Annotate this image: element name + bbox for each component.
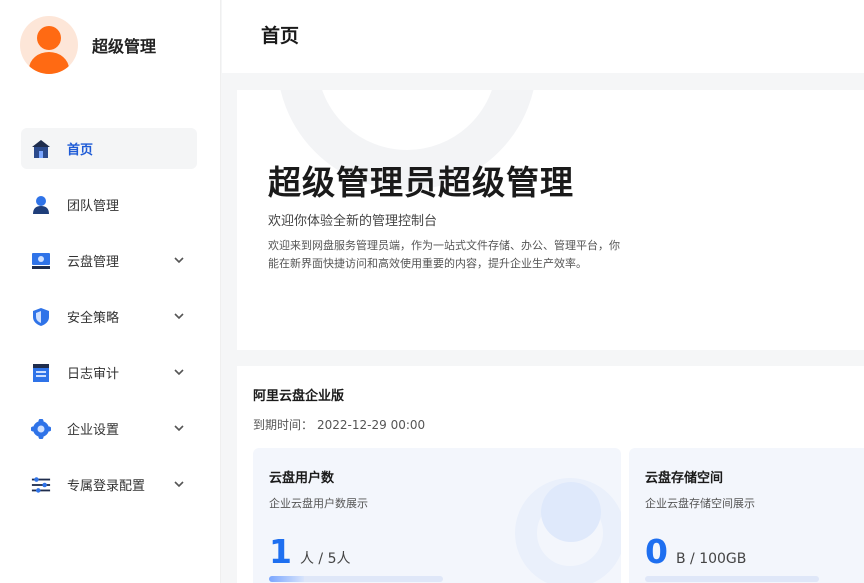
sidebar-item-home[interactable]: 首页 [21, 128, 197, 169]
card-description: 企业云盘用户数展示 [269, 497, 368, 510]
welcome-subtitle: 欢迎你体验全新的管理控制台 [268, 214, 438, 229]
sliders-icon [31, 475, 51, 495]
avatar-body [29, 52, 69, 74]
log-icon [31, 363, 51, 383]
card-decoration [541, 482, 601, 542]
card-number: 1 [269, 532, 292, 571]
usage-progress-bar [645, 576, 819, 582]
chevron-down-icon [174, 425, 184, 432]
chevron-down-icon [174, 257, 184, 264]
chevron-down-icon [174, 481, 184, 488]
sidebar-item-team[interactable]: 团队管理 [21, 184, 197, 225]
usage-progress-bar [269, 576, 443, 582]
card-value: 0 B / 100GB [645, 532, 746, 571]
sidebar-item-label: 团队管理 [67, 199, 120, 214]
welcome-title: 超级管理员超级管理 [268, 163, 574, 202]
header: 首页 [222, 0, 864, 73]
sidebar-item-enterprise-settings[interactable]: 企业设置 [21, 408, 197, 449]
card-value: 1 人 / 5人 [269, 532, 351, 571]
cloud-disk-icon [31, 251, 51, 271]
sidebar-item-cloud-disk[interactable]: 云盘管理 [21, 240, 197, 281]
expiry-info: 到期时间： 2022-12-29 00:00 [253, 416, 425, 433]
chevron-down-icon [174, 313, 184, 320]
sidebar-item-security[interactable]: 安全策略 [21, 296, 197, 337]
expiry-value: 2022-12-29 00:00 [317, 418, 426, 432]
sidebar-nav: 首页 团队管理 云盘管理 安全策略 日志审计 企业设置 专属登录配置 [21, 128, 197, 520]
card-unit: 人 / 5人 [299, 551, 351, 567]
storage-card[interactable]: 云盘存储空间 企业云盘存储空间展示 0 B / 100GB [629, 448, 864, 583]
welcome-description: 欢迎来到网盘服务管理员端，作为一站式文件存储、办公、管理平台，你能在新界面快捷访… [268, 239, 620, 270]
sidebar-item-label: 日志审计 [67, 367, 120, 382]
avatar[interactable] [20, 16, 78, 74]
card-unit: B / 100GB [675, 551, 747, 567]
card-description: 企业云盘存储空间展示 [645, 497, 755, 510]
shield-icon [31, 307, 51, 327]
usage-progress-fill [269, 576, 304, 582]
sidebar-item-label: 企业设置 [67, 423, 120, 438]
welcome-banner: 超级管理员超级管理 欢迎你体验全新的管理控制台 欢迎来到网盘服务管理员端，作为一… [237, 90, 864, 350]
sidebar-item-label: 专属登录配置 [67, 479, 146, 494]
page-title: 首页 [261, 25, 300, 47]
home-icon [31, 139, 51, 159]
enterprise-panel: 阿里云盘企业版 到期时间： 2022-12-29 00:00 云盘用户数 企业云盘… [237, 366, 864, 583]
chevron-down-icon [174, 369, 184, 376]
sidebar-item-label: 首页 [67, 143, 94, 158]
brand-name: 超级管理 [92, 37, 157, 56]
team-icon [31, 195, 51, 215]
sidebar-item-login-config[interactable]: 专属登录配置 [21, 464, 197, 505]
sidebar-item-label: 云盘管理 [67, 255, 120, 270]
card-title: 云盘用户数 [269, 471, 335, 486]
expiry-label: 到期时间： [253, 418, 314, 432]
sidebar-item-label: 安全策略 [67, 311, 120, 326]
sidebar-item-log-audit[interactable]: 日志审计 [21, 352, 197, 393]
card-number: 0 [645, 532, 668, 571]
sidebar: 超级管理 首页 团队管理 云盘管理 安全策略 日志审计 企业设置 专属登录配置 [0, 0, 221, 583]
brand: 超级管理 [20, 16, 156, 74]
card-title: 云盘存储空间 [645, 471, 724, 486]
user-count-card[interactable]: 云盘用户数 企业云盘用户数展示 1 人 / 5人 [253, 448, 621, 583]
gear-icon [31, 418, 51, 439]
avatar-head [37, 26, 61, 50]
enterprise-title: 阿里云盘企业版 [253, 389, 345, 404]
